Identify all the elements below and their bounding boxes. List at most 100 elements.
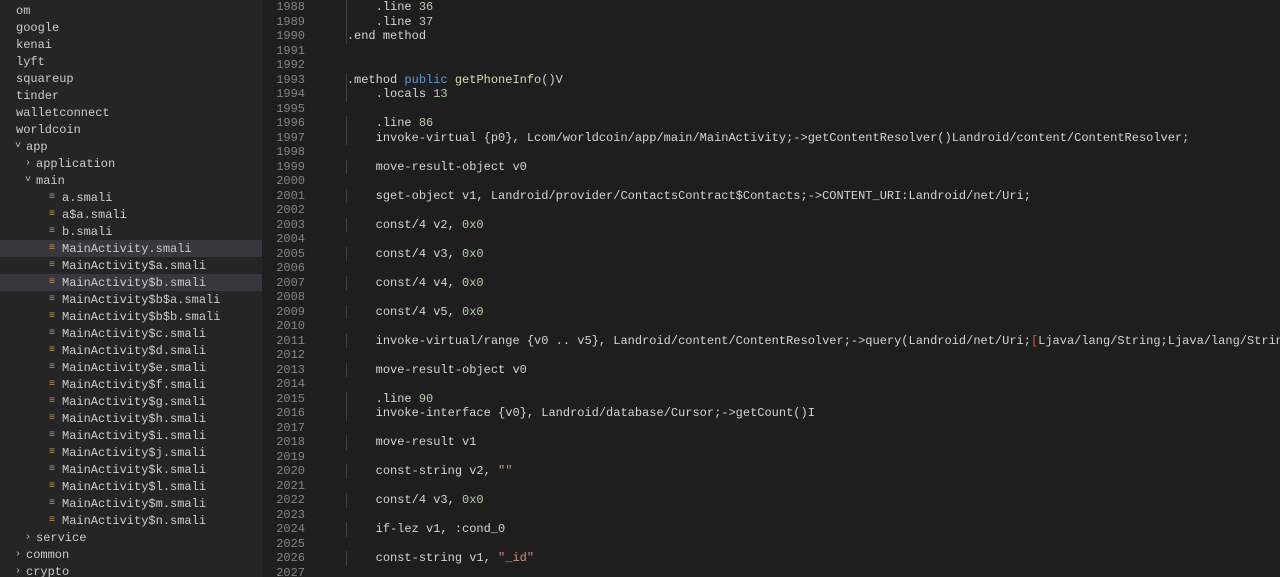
code-line[interactable]: const/4 v2, 0x0	[317, 218, 1280, 233]
code-line[interactable]	[317, 566, 1280, 577]
code-line[interactable]: const/4 v4, 0x0	[317, 276, 1280, 291]
chevron-right-icon[interactable]: ›	[12, 549, 24, 560]
folder-tree-item[interactable]: ›common	[0, 546, 262, 563]
file-tree-item[interactable]: ≡MainActivity$l.smali	[0, 478, 262, 495]
folder-tree-item[interactable]: squareup	[0, 70, 262, 87]
file-tree-item[interactable]: ≡MainActivity.smali	[0, 240, 262, 257]
file-tree-item[interactable]: ≡ MainActivity$h.smali	[0, 410, 262, 427]
tree-item-label: worldcoin	[16, 123, 81, 137]
code-token: 86	[419, 116, 433, 131]
file-tree-item[interactable]: ≡a.smali	[0, 189, 262, 206]
code-line[interactable]: move-result v1	[317, 435, 1280, 450]
folder-tree-item[interactable]: ›service	[0, 529, 262, 546]
code-line[interactable]	[317, 203, 1280, 218]
code-line[interactable]: move-result-object v0	[317, 160, 1280, 175]
chevron-down-icon[interactable]: ˅	[12, 141, 24, 152]
code-line[interactable]	[317, 174, 1280, 189]
code-line[interactable]: .line 37	[317, 15, 1280, 30]
folder-tree-item[interactable]: om	[0, 2, 262, 19]
folder-tree-item[interactable]: tinder	[0, 87, 262, 104]
line-number: 1997	[262, 131, 305, 146]
chevron-right-icon[interactable]: ›	[12, 566, 24, 577]
code-line[interactable]	[317, 319, 1280, 334]
code-line[interactable]	[317, 479, 1280, 494]
code-line[interactable]: if-lez v1, :cond_0	[317, 522, 1280, 537]
file-tree-item[interactable]: ≡MainActivity$i.smali	[0, 427, 262, 444]
file-icon: ≡	[46, 345, 58, 356]
file-icon: ≡	[46, 226, 58, 237]
code-line[interactable]	[317, 145, 1280, 160]
code-line[interactable]: .line 36	[317, 0, 1280, 15]
tree-item-label: a.smali	[62, 191, 112, 205]
folder-tree-item[interactable]: ›application	[0, 155, 262, 172]
code-line[interactable]: .method public getPhoneInfo()V	[317, 73, 1280, 88]
file-explorer-sidebar[interactable]: omgooglekenailyft squareuptinderwalletcon…	[0, 0, 262, 577]
chevron-right-icon[interactable]: ›	[22, 158, 34, 169]
code-line[interactable]	[317, 348, 1280, 363]
line-number: 2019	[262, 450, 305, 465]
code-line[interactable]	[317, 421, 1280, 436]
folder-tree-item[interactable]: ˅main	[0, 172, 262, 189]
folder-tree-item[interactable]: worldcoin	[0, 121, 262, 138]
line-number: 1993	[262, 73, 305, 88]
folder-tree-item[interactable]: ›crypto	[0, 563, 262, 577]
file-icon: ≡	[46, 413, 58, 424]
file-tree-item[interactable]: ≡MainActivity$n.smali	[0, 512, 262, 529]
code-token: ""	[498, 464, 512, 479]
chevron-down-icon[interactable]: ˅	[22, 175, 34, 186]
code-content[interactable]: .line 36 .line 37 .end method .method pu…	[317, 0, 1280, 577]
folder-tree-item[interactable]: kenai	[0, 36, 262, 53]
file-tree-item[interactable]: ≡a$a.smali	[0, 206, 262, 223]
code-line[interactable]: .locals 13	[317, 87, 1280, 102]
code-line[interactable]: .end method	[317, 29, 1280, 44]
code-token: const/4 v2,	[347, 218, 462, 233]
code-line[interactable]: const/4 v5, 0x0	[317, 305, 1280, 320]
code-line[interactable]: .line 90	[317, 392, 1280, 407]
file-tree-item[interactable]: ≡MainActivity$e.smali	[0, 359, 262, 376]
folder-tree-item[interactable]: walletconnect	[0, 104, 262, 121]
code-line[interactable]	[317, 537, 1280, 552]
file-tree-item[interactable]: ≡MainActivity$b.smali	[0, 274, 262, 291]
file-tree-item[interactable]: ≡MainActivity$f.smali	[0, 376, 262, 393]
file-tree-item[interactable]: ≡MainActivity$c.smali	[0, 325, 262, 342]
file-tree-item[interactable]: ≡MainActivity$g.smali	[0, 393, 262, 410]
code-line[interactable]	[317, 58, 1280, 73]
code-line[interactable]: sget-object v1, Landroid/provider/Contac…	[317, 189, 1280, 204]
file-tree-item[interactable]: ≡MainActivity$d.smali	[0, 342, 262, 359]
code-line[interactable]: const/4 v3, 0x0	[317, 493, 1280, 508]
code-token: .line	[347, 15, 419, 30]
file-tree-item[interactable]: ≡MainActivity$b$b.smali	[0, 308, 262, 325]
file-tree-item[interactable]: ≡MainActivity$a.smali	[0, 257, 262, 274]
code-line[interactable]	[317, 377, 1280, 392]
code-line[interactable]: const/4 v3, 0x0	[317, 247, 1280, 262]
tree-item-label: squareup	[16, 72, 74, 86]
code-line[interactable]: invoke-interface {v0}, Landroid/database…	[317, 406, 1280, 421]
file-tree-item[interactable]: ≡MainActivity$b$a.smali	[0, 291, 262, 308]
code-line[interactable]	[317, 102, 1280, 117]
file-tree-item[interactable]: ≡MainActivity$j.smali	[0, 444, 262, 461]
code-line[interactable]: const-string v2, ""	[317, 464, 1280, 479]
code-token: 36	[419, 0, 433, 15]
tree-item-label: MainActivity$j.smali	[62, 446, 206, 460]
file-tree-item[interactable]: ≡b.smali	[0, 223, 262, 240]
file-tree-item[interactable]: ≡MainActivity$k.smali	[0, 461, 262, 478]
code-line[interactable]	[317, 261, 1280, 276]
code-line[interactable]	[317, 290, 1280, 305]
folder-tree-item[interactable]: ˅app	[0, 138, 262, 155]
code-line[interactable]: invoke-virtual/range {v0 .. v5}, Landroi…	[317, 334, 1280, 349]
code-line[interactable]	[317, 450, 1280, 465]
line-number: 2024	[262, 522, 305, 537]
code-line[interactable]	[317, 232, 1280, 247]
code-line[interactable]	[317, 44, 1280, 59]
code-line[interactable]: move-result-object v0	[317, 363, 1280, 378]
tree-item-label: MainActivity$h.smali	[62, 412, 206, 426]
folder-tree-item[interactable]: lyft	[0, 53, 262, 70]
code-line[interactable]: invoke-virtual {p0}, Lcom/worldcoin/app/…	[317, 131, 1280, 146]
code-line[interactable]: const-string v1, "_id"	[317, 551, 1280, 566]
code-line[interactable]: .line 86	[317, 116, 1280, 131]
code-editor[interactable]: 1988198919901991199219931994199519961997…	[262, 0, 1280, 577]
code-line[interactable]	[317, 508, 1280, 523]
file-tree-item[interactable]: ≡MainActivity$m.smali	[0, 495, 262, 512]
folder-tree-item[interactable]: google	[0, 19, 262, 36]
chevron-right-icon[interactable]: ›	[22, 532, 34, 543]
